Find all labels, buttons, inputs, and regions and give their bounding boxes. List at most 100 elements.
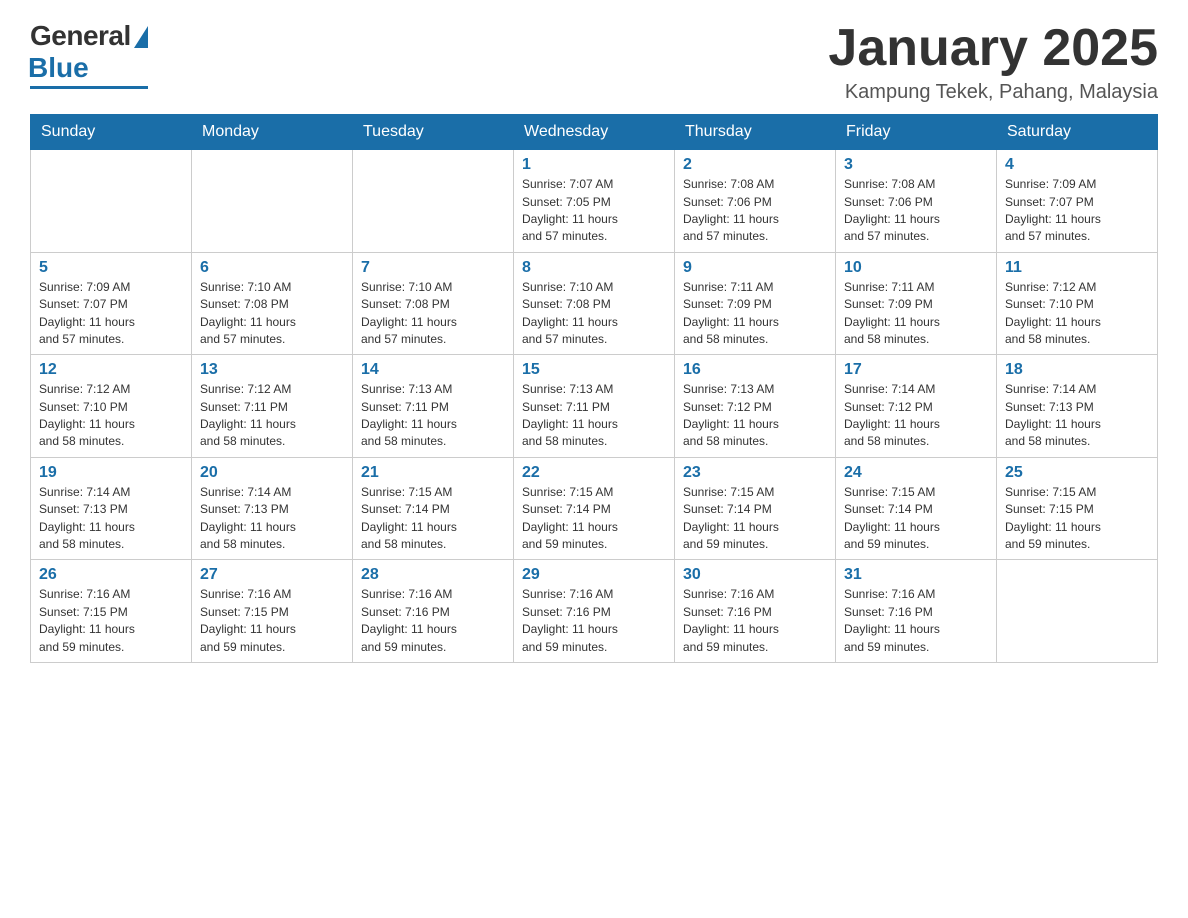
calendar-header-monday: Monday [192,115,353,150]
day-number: 16 [683,361,827,379]
calendar-cell: 4 Sunrise: 7:09 AM Sunset: 7:07 PM Daylig… [997,150,1158,253]
calendar-table: SundayMondayTuesdayWednesdayThursdayFrid… [30,114,1158,663]
calendar-cell: 25 Sunrise: 7:15 AM Sunset: 7:15 PM Dayli… [997,457,1158,560]
day-number: 11 [1005,259,1149,277]
calendar-cell: 6Sunrise: 7:10 AM Sunset: 7:08 PM Daylig… [192,252,353,355]
logo: General Blue [30,20,148,89]
calendar-cell: 26 Sunrise: 7:16 AM Sunset: 7:15 PM Dayli… [31,560,192,663]
day-number: 24 [844,464,988,482]
calendar-cell [997,560,1158,663]
day-info: Sunrise: 7:12 AM Sunset: 7:10 PM Dayligh… [1005,279,1149,349]
calendar-cell: 14 Sunrise: 7:13 AM Sunset: 7:11 PM Dayli… [353,355,514,458]
day-info: Sunrise: 7:10 AM Sunset: 7:08 PM Dayligh… [200,279,344,349]
day-number: 18 [1005,361,1149,379]
day-info: Sunrise: 7:11 AM Sunset: 7:09 PM Dayligh… [844,279,988,349]
day-info: Sunrise: 7:13 AM Sunset: 7:11 PM Dayligh… [522,381,666,451]
calendar-cell: 16 Sunrise: 7:13 AM Sunset: 7:12 PM Dayli… [675,355,836,458]
day-info: Sunrise: 7:15 AM Sunset: 7:14 PM Dayligh… [683,484,827,554]
logo-underline [30,86,148,89]
day-info: Sunrise: 7:08 AM Sunset: 7:06 PM Dayligh… [844,176,988,246]
day-number: 31 [844,566,988,584]
day-number: 12 [39,361,183,379]
day-info: Sunrise: 7:08 AM Sunset: 7:06 PM Dayligh… [683,176,827,246]
day-number: 9 [683,259,827,277]
day-info: Sunrise: 7:14 AM Sunset: 7:13 PM Dayligh… [200,484,344,554]
day-info: Sunrise: 7:16 AM Sunset: 7:16 PM Dayligh… [844,586,988,656]
day-info: Sunrise: 7:11 AM Sunset: 7:09 PM Dayligh… [683,279,827,349]
day-info: Sunrise: 7:15 AM Sunset: 7:15 PM Dayligh… [1005,484,1149,554]
day-number: 21 [361,464,505,482]
day-info: Sunrise: 7:13 AM Sunset: 7:11 PM Dayligh… [361,381,505,451]
calendar-week-5: 26 Sunrise: 7:16 AM Sunset: 7:15 PM Dayli… [31,560,1158,663]
day-info: Sunrise: 7:07 AM Sunset: 7:05 PM Dayligh… [522,176,666,246]
day-info: Sunrise: 7:16 AM Sunset: 7:15 PM Dayligh… [200,586,344,656]
calendar-cell: 11 Sunrise: 7:12 AM Sunset: 7:10 PM Dayli… [997,252,1158,355]
logo-triangle-icon [134,26,148,48]
calendar-week-2: 5 Sunrise: 7:09 AM Sunset: 7:07 PM Daylig… [31,252,1158,355]
day-number: 4 [1005,156,1149,174]
day-number: 28 [361,566,505,584]
calendar-week-3: 12 Sunrise: 7:12 AM Sunset: 7:10 PM Dayli… [31,355,1158,458]
day-number: 15 [522,361,666,379]
day-number: 26 [39,566,183,584]
calendar-header-saturday: Saturday [997,115,1158,150]
day-info: Sunrise: 7:09 AM Sunset: 7:07 PM Dayligh… [1005,176,1149,246]
day-number: 29 [522,566,666,584]
calendar-cell: 31 Sunrise: 7:16 AM Sunset: 7:16 PM Dayli… [836,560,997,663]
day-info: Sunrise: 7:15 AM Sunset: 7:14 PM Dayligh… [361,484,505,554]
day-info: Sunrise: 7:14 AM Sunset: 7:12 PM Dayligh… [844,381,988,451]
day-info: Sunrise: 7:15 AM Sunset: 7:14 PM Dayligh… [844,484,988,554]
calendar-cell: 22 Sunrise: 7:15 AM Sunset: 7:14 PM Dayli… [514,457,675,560]
calendar-week-1: 1 Sunrise: 7:07 AM Sunset: 7:05 PM Daylig… [31,150,1158,253]
logo-blue-text: Blue [28,52,89,84]
day-number: 25 [1005,464,1149,482]
calendar-cell: 15 Sunrise: 7:13 AM Sunset: 7:11 PM Dayli… [514,355,675,458]
day-info: Sunrise: 7:16 AM Sunset: 7:16 PM Dayligh… [683,586,827,656]
calendar-cell: 29Sunrise: 7:16 AM Sunset: 7:16 PM Dayli… [514,560,675,663]
day-number: 10 [844,259,988,277]
day-number: 7 [361,259,505,277]
day-number: 19 [39,464,183,482]
calendar-cell [353,150,514,253]
calendar-cell [192,150,353,253]
day-number: 8 [522,259,666,277]
day-info: Sunrise: 7:15 AM Sunset: 7:14 PM Dayligh… [522,484,666,554]
day-number: 22 [522,464,666,482]
calendar-cell: 19 Sunrise: 7:14 AM Sunset: 7:13 PM Dayli… [31,457,192,560]
day-number: 14 [361,361,505,379]
day-number: 30 [683,566,827,584]
calendar-cell: 9 Sunrise: 7:11 AM Sunset: 7:09 PM Daylig… [675,252,836,355]
day-number: 1 [522,156,666,174]
day-info: Sunrise: 7:10 AM Sunset: 7:08 PM Dayligh… [522,279,666,349]
calendar-header-tuesday: Tuesday [353,115,514,150]
calendar-cell: 1 Sunrise: 7:07 AM Sunset: 7:05 PM Daylig… [514,150,675,253]
calendar-cell: 30 Sunrise: 7:16 AM Sunset: 7:16 PM Dayli… [675,560,836,663]
day-info: Sunrise: 7:16 AM Sunset: 7:16 PM Dayligh… [361,586,505,656]
day-number: 23 [683,464,827,482]
calendar-header-sunday: Sunday [31,115,192,150]
calendar-header-row: SundayMondayTuesdayWednesdayThursdayFrid… [31,115,1158,150]
day-number: 20 [200,464,344,482]
page-header: General Blue January 2025 Kampung Tekek,… [30,20,1158,104]
calendar-cell: 10 Sunrise: 7:11 AM Sunset: 7:09 PM Dayli… [836,252,997,355]
day-number: 2 [683,156,827,174]
calendar-cell [31,150,192,253]
day-info: Sunrise: 7:10 AM Sunset: 7:08 PM Dayligh… [361,279,505,349]
day-info: Sunrise: 7:13 AM Sunset: 7:12 PM Dayligh… [683,381,827,451]
calendar-cell: 27 Sunrise: 7:16 AM Sunset: 7:15 PM Dayli… [192,560,353,663]
calendar-week-4: 19 Sunrise: 7:14 AM Sunset: 7:13 PM Dayli… [31,457,1158,560]
calendar-cell: 13Sunrise: 7:12 AM Sunset: 7:11 PM Dayli… [192,355,353,458]
day-info: Sunrise: 7:14 AM Sunset: 7:13 PM Dayligh… [1005,381,1149,451]
calendar-cell: 18 Sunrise: 7:14 AM Sunset: 7:13 PM Dayli… [997,355,1158,458]
day-info: Sunrise: 7:09 AM Sunset: 7:07 PM Dayligh… [39,279,183,349]
day-info: Sunrise: 7:12 AM Sunset: 7:10 PM Dayligh… [39,381,183,451]
day-number: 27 [200,566,344,584]
day-number: 5 [39,259,183,277]
calendar-header-wednesday: Wednesday [514,115,675,150]
calendar-cell: 23 Sunrise: 7:15 AM Sunset: 7:14 PM Dayli… [675,457,836,560]
day-number: 17 [844,361,988,379]
day-info: Sunrise: 7:16 AM Sunset: 7:15 PM Dayligh… [39,586,183,656]
calendar-cell: 20 Sunrise: 7:14 AM Sunset: 7:13 PM Dayli… [192,457,353,560]
day-info: Sunrise: 7:14 AM Sunset: 7:13 PM Dayligh… [39,484,183,554]
calendar-subtitle: Kampung Tekek, Pahang, Malaysia [828,81,1158,104]
